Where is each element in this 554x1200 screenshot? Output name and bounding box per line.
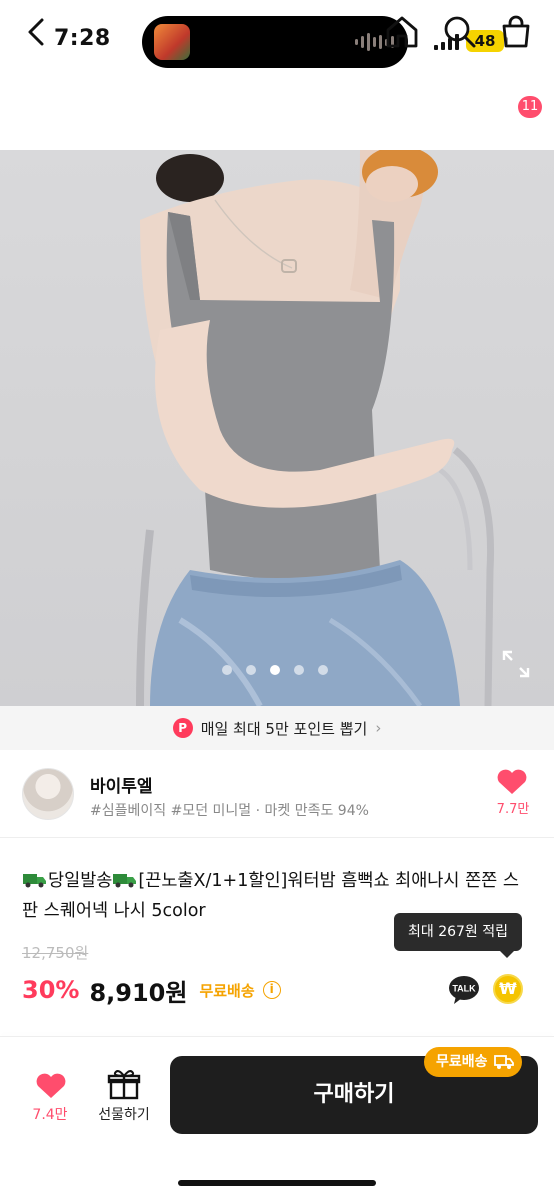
home-icon[interactable] [382, 12, 422, 52]
seller-like-count: 7.7만 [496, 802, 530, 817]
reward-tooltip: 최대 267원 적립 [394, 913, 523, 958]
carousel-dot[interactable] [294, 665, 304, 675]
product-title-tag: 당일발송 [48, 871, 113, 891]
delivery-truck-icon [493, 1055, 514, 1069]
won-reward-icon[interactable]: ₩ [493, 974, 523, 1004]
carousel-dot[interactable] [318, 665, 328, 675]
gift-icon[interactable] [104, 1068, 144, 1100]
seller-name[interactable]: 바이투엘 [90, 772, 153, 797]
carousel-dot-active[interactable] [270, 665, 280, 675]
carousel-dots [222, 665, 328, 675]
free-shipping-label: 무료배송 [199, 981, 255, 1000]
chevron-right-icon: › [375, 719, 382, 737]
truck-icon [23, 874, 46, 888]
point-badge-icon: P [172, 718, 193, 738]
talk-label: TALK [452, 984, 476, 994]
status-time: 7:28 [54, 26, 111, 51]
cart-count-badge: 11 [518, 96, 542, 118]
sale-price: 8,910원 [89, 978, 188, 1007]
points-banner-text: 매일 최대 5만 포인트 뽑기 [200, 719, 368, 738]
carousel-dot[interactable] [222, 665, 232, 675]
free-shipping-pill: 무료배송 [424, 1047, 522, 1077]
info-icon[interactable]: i [262, 981, 281, 999]
like-count: 7.4만 [32, 1107, 68, 1123]
back-arrow-icon[interactable] [20, 12, 56, 52]
home-indicator[interactable] [178, 1180, 376, 1186]
dynamic-island[interactable] [142, 16, 408, 68]
free-shipping-pill-label: 무료배송 [436, 1054, 488, 1070]
bottom-bar-divider [0, 1036, 554, 1037]
gift-label[interactable]: 선물하기 [88, 1104, 160, 1124]
product-photo [136, 150, 495, 706]
carousel-dot[interactable] [246, 665, 256, 675]
seller-section[interactable]: 바이투엘 #심플베이직 #모던 미니멀 · 마켓 만족도 94% 7.7만 [0, 750, 554, 838]
expand-icon[interactable] [500, 648, 532, 680]
seller-avatar[interactable] [22, 768, 74, 820]
top-nav-bar [0, 86, 554, 150]
price-row: 30% 8,910원 무료배송 i [22, 972, 281, 1008]
discount-rate: 30% [22, 976, 80, 1004]
search-icon[interactable] [440, 12, 480, 52]
product-image[interactable] [0, 150, 554, 706]
seller-heart-icon[interactable] [494, 768, 530, 796]
shopping-bag-icon[interactable] [496, 12, 536, 52]
original-price: 12,750원 [22, 944, 89, 962]
truck-icon [113, 874, 137, 888]
now-playing-thumbnail [154, 24, 190, 60]
like-heart-icon[interactable] [26, 1072, 76, 1100]
points-banner[interactable]: P 매일 최대 5만 포인트 뽑기 › [0, 706, 554, 750]
seller-tags: #심플베이직 #모던 미니멀 · 마켓 만족도 94% [90, 803, 369, 819]
talk-chat-icon[interactable]: TALK [448, 974, 480, 1006]
